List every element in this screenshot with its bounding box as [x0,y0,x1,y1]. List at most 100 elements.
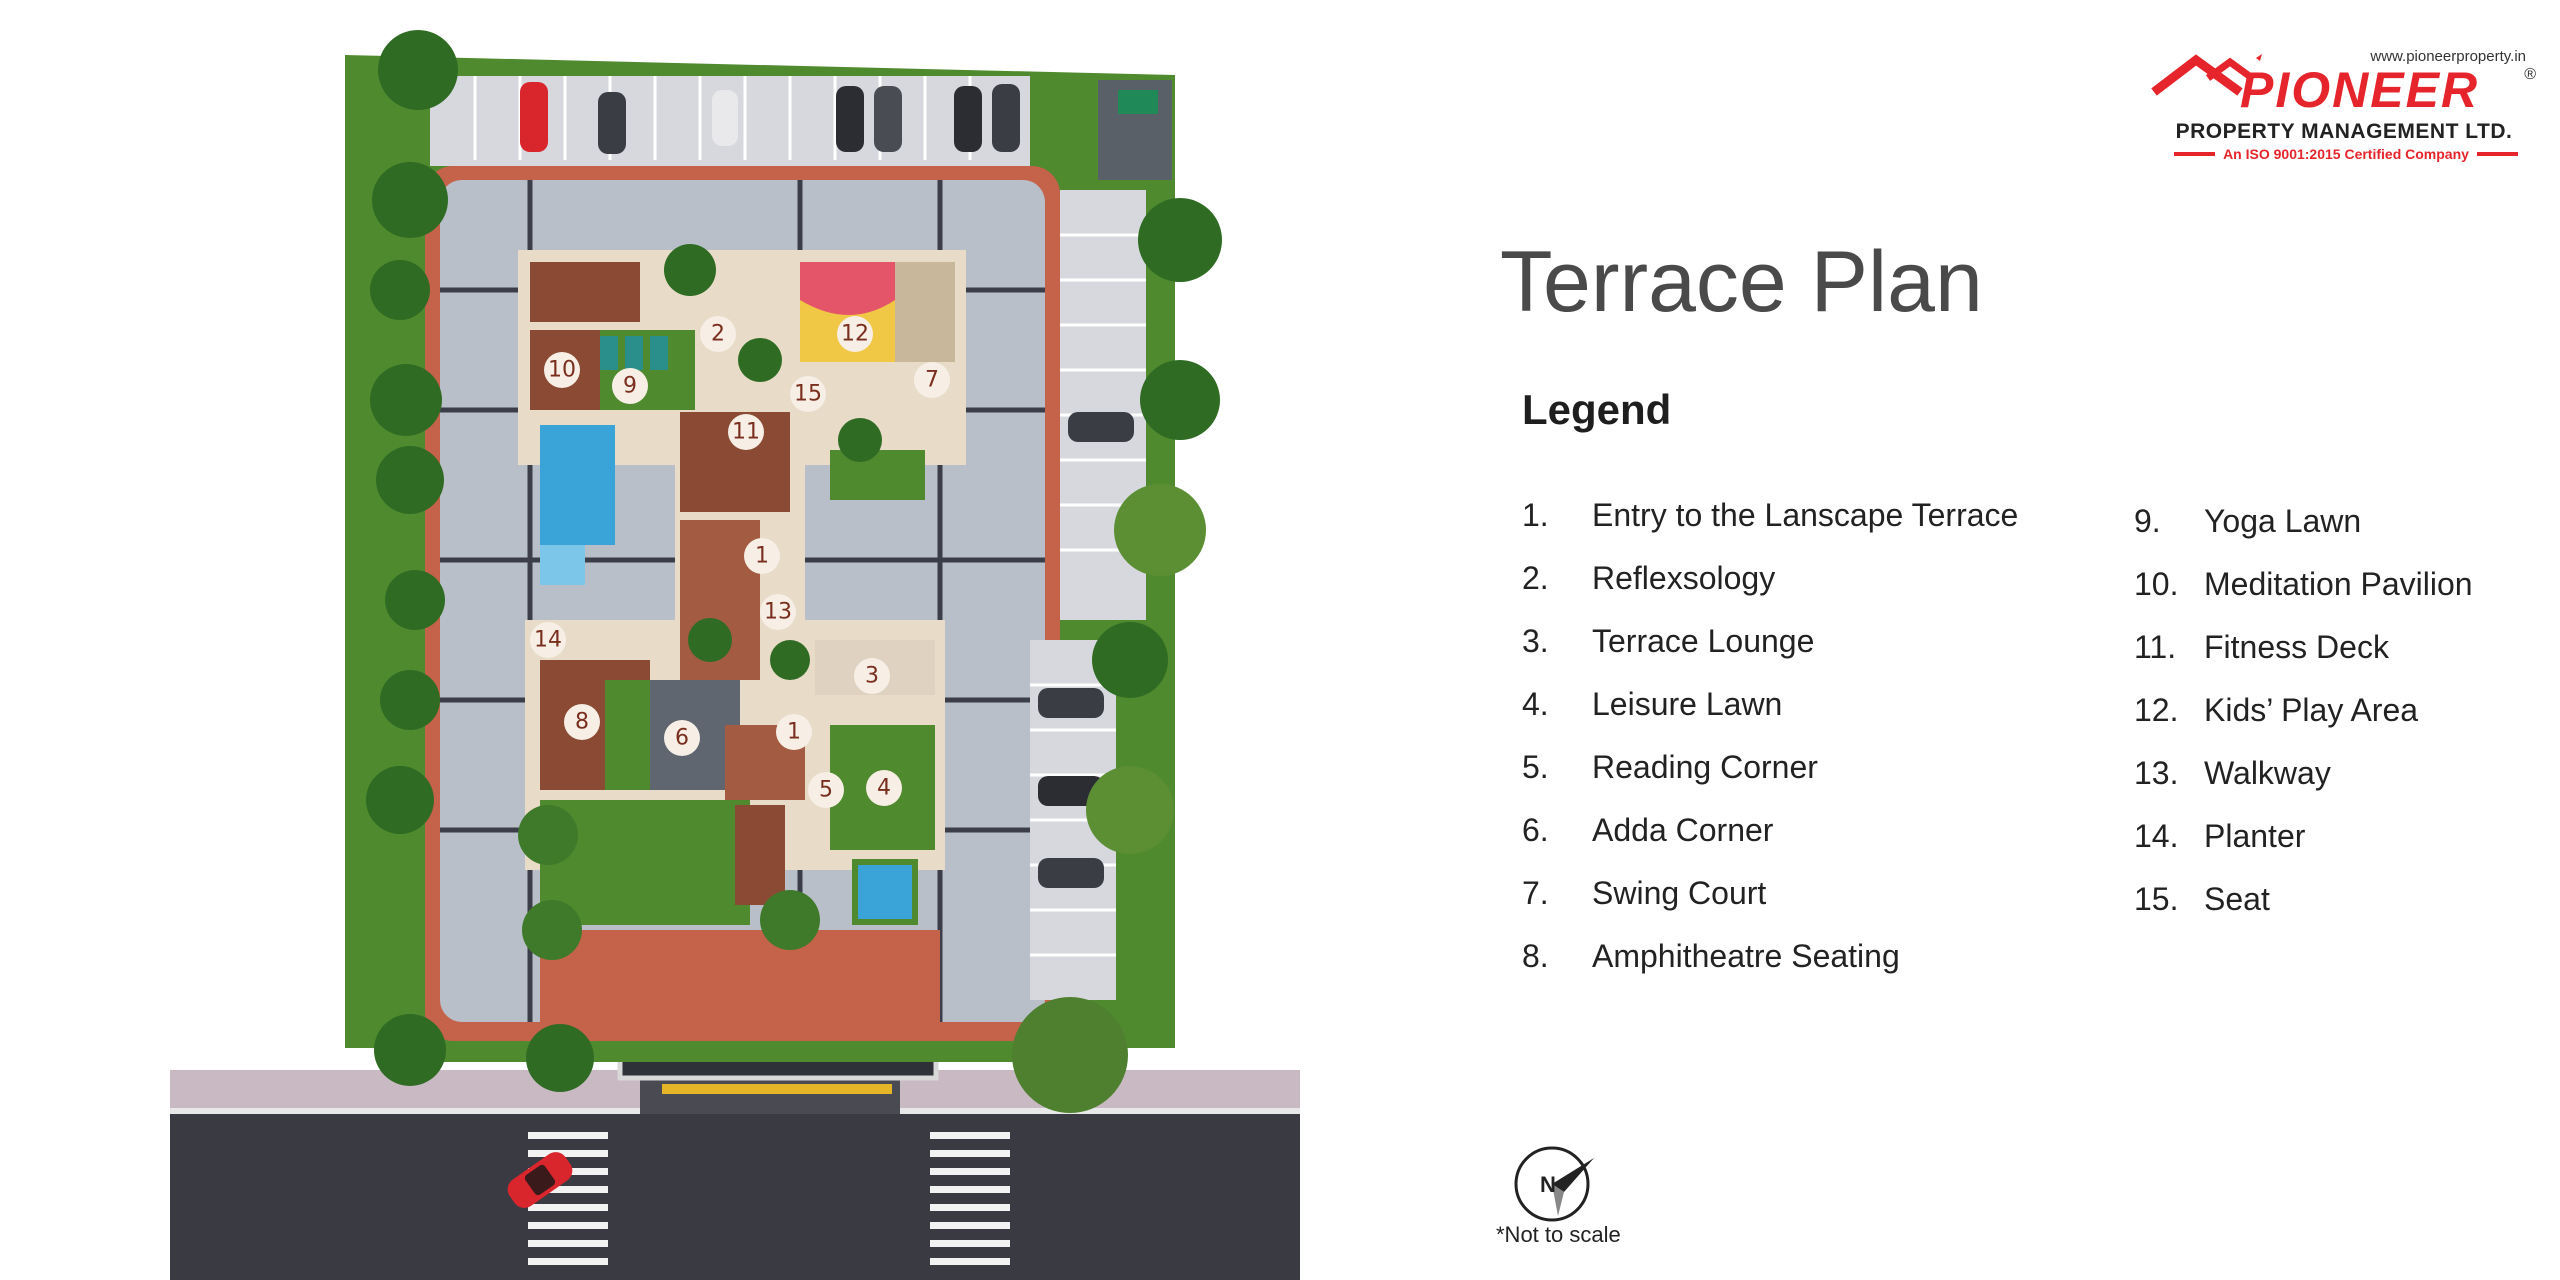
legend-label: Terrace Lounge [1592,623,1815,659]
marker-8: 8 [564,704,600,740]
legend-label: Entry to the Lanscape Terrace [1592,497,2019,533]
legend-item: 15. Seat [2134,868,2473,931]
legend-label: Walkway [2204,755,2331,791]
svg-text:4: 4 [877,776,891,801]
compass-letter: N [1540,1172,1556,1197]
planter-lawn-mid [830,450,925,500]
legend-label: Reading Corner [1592,749,1818,785]
yoga-mats [600,336,668,370]
svg-text:8: 8 [575,710,589,735]
legend-label: Reflexsology [1592,560,1776,596]
marker-1a: 1 [744,538,780,574]
svg-text:13: 13 [764,600,792,625]
divider-line-right [2476,152,2518,156]
legend-number: 7. [1522,875,1549,911]
entrance-gate [662,1084,892,1094]
north-compass-icon: N [1514,1146,1594,1222]
svg-text:3: 3 [865,664,879,689]
legend-number: 6. [1522,812,1549,848]
swing-court [895,262,955,362]
brick-plaza [540,930,940,1030]
legend-item: 11. Fitness Deck [2134,616,2473,679]
legend-label: Planter [2204,818,2306,854]
svg-text:1: 1 [787,720,801,745]
terrace-plan-illustration: 1 1 2 3 4 5 6 7 8 9 10 11 12 13 14 15 [170,30,1300,1280]
legend-item: 3. Terrace Lounge [1522,610,2018,673]
certification-row: An ISO 9001:2015 Certified Company [2174,146,2518,162]
legend-number: 11. [2134,629,2177,665]
fountain [852,859,918,925]
svg-text:5: 5 [819,778,833,803]
legend-number: 3. [1522,623,1549,659]
legend-item: 4. Leisure Lawn [1522,673,2018,736]
pool-jacuzzi [540,545,585,585]
marker-2: 2 [700,316,736,352]
road [170,1112,1300,1280]
legend-column-left: 1. Entry to the Lanscape Terrace 2. Reflex… [1522,484,2018,988]
svg-text:1: 1 [755,544,769,569]
legend-item: 9. Yoga Lawn [2134,490,2473,553]
registered-mark: ® [2524,66,2536,83]
legend-item: 13. Walkway [2134,742,2473,805]
wooden-deck-bottom [735,805,785,905]
legend-item: 2. Reflexsology [1522,547,2018,610]
legend-heading: Legend [1522,386,1672,433]
legend-item: 5. Reading Corner [1522,736,2018,799]
marker-7: 7 [914,362,950,398]
legend-item: 7. Swing Court [1522,862,2018,925]
marker-11: 11 [728,414,764,450]
legend-label: Amphitheatre Seating [1592,938,1900,974]
svg-text:15: 15 [794,382,822,407]
svg-text:10: 10 [548,358,576,383]
brand-name: PIONEER [2240,62,2480,118]
green-sign [1118,90,1158,114]
legend-number: 12. [2134,692,2179,728]
wooden-deck-top [530,262,640,322]
company-logo: www.pioneerproperty.in PIONEER ® PROPERT… [2130,42,2540,172]
legend-label: Fitness Deck [2204,629,2389,665]
svg-text:2: 2 [711,322,725,347]
marker-15: 15 [790,376,826,412]
legend-item: 8. Amphitheatre Seating [1522,925,2018,988]
page-title: Terrace Plan [1500,234,1983,330]
marker-4: 4 [866,770,902,806]
legend-label: Meditation Pavilion [2204,566,2473,602]
legend-number: 9. [2134,503,2161,539]
legend-number: 13. [2134,755,2179,791]
divider-line-left [2174,152,2216,156]
marker-6: 6 [664,720,700,756]
svg-text:14: 14 [534,628,562,653]
legend-number: 14. [2134,818,2179,854]
marker-10: 10 [544,352,580,388]
legend-number: 1. [1522,497,1549,533]
legend-number: 2. [1522,560,1549,596]
legend-number: 5. [1522,749,1549,785]
pool [540,425,615,545]
legend-label: Seat [2204,881,2270,917]
svg-text:12: 12 [841,322,869,347]
kids-play-area-pattern [800,262,895,315]
marker-13: 13 [760,594,796,630]
svg-text:9: 9 [623,374,637,399]
legend-label: Yoga Lawn [2204,503,2362,539]
legend-label: Leisure Lawn [1592,686,1783,722]
svg-text:7: 7 [925,368,939,393]
legend-number: 15. [2134,881,2179,917]
legend-item: 1. Entry to the Lanscape Terrace [1522,484,2018,547]
scale-note: *Not to scale [1496,1222,1621,1247]
legend-number: 8. [1522,938,1549,974]
legend-item: 6. Adda Corner [1522,799,2018,862]
svg-text:11: 11 [732,420,760,445]
marker-5: 5 [808,772,844,808]
legend-label: Adda Corner [1592,812,1774,848]
legend-item: 12. Kids’ Play Area [2134,679,2473,742]
certification-text: An ISO 9001:2015 Certified Company [2223,146,2469,162]
marker-1b: 1 [776,714,812,750]
legend-column-right: 9. Yoga Lawn 10. Meditation Pavilion 11. Fi… [2134,490,2473,931]
legend-item: 14. Planter [2134,805,2473,868]
legend-label: Swing Court [1592,875,1767,911]
legend-number: 10. [2134,566,2179,602]
legend-number: 4. [1522,686,1549,722]
marker-14: 14 [530,622,566,658]
legend-item: 10. Meditation Pavilion [2134,553,2473,616]
